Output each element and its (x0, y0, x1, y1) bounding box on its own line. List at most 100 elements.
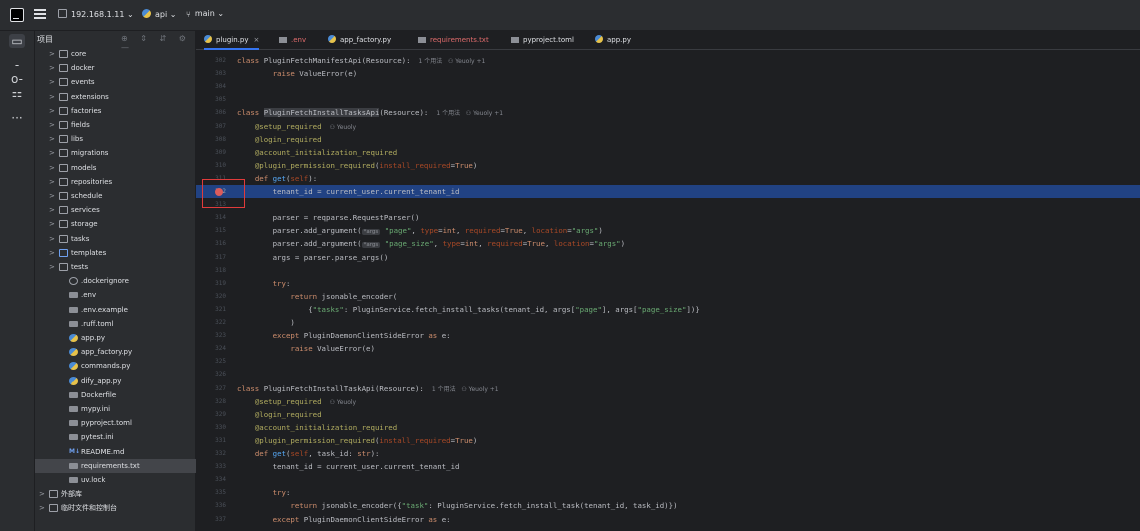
project-tree-item[interactable]: .env (35, 288, 196, 302)
project-tree-item[interactable]: mypy.ini (35, 402, 196, 416)
expand-arrow-icon[interactable]: > (49, 161, 55, 175)
expand-arrow-icon[interactable]: > (49, 47, 55, 61)
code-line[interactable]: 330 @account_initialization_required (196, 421, 1140, 434)
code-line[interactable]: 337 except PluginDaemonClientSideError a… (196, 513, 1140, 526)
project-tree-item[interactable]: > docker (35, 61, 196, 75)
more-icon[interactable]: ··· (9, 111, 25, 125)
project-tree-item[interactable]: pytest.ini (35, 430, 196, 444)
expand-arrow-icon[interactable]: > (49, 118, 55, 132)
code-line[interactable]: 331 @plugin_permission_required(install_… (196, 434, 1140, 447)
structure-icon[interactable]: ⚏ (9, 86, 25, 100)
code-line[interactable]: 327 class PluginFetchInstallTaskApi(Resou… (196, 382, 1140, 395)
project-tree-item[interactable]: > storage (35, 217, 196, 231)
expand-arrow-icon[interactable]: > (49, 246, 55, 260)
code-line[interactable]: 306 class PluginFetchInstallTasksApi(Reso… (196, 106, 1140, 119)
code-line[interactable]: 326 (196, 368, 1140, 381)
project-tree-item[interactable]: > tasks (35, 232, 196, 246)
tab-requirements-txt[interactable]: requirements.txt (418, 31, 489, 50)
commit-icon[interactable]: -o- (9, 58, 25, 86)
code-line[interactable]: 328 @setup_required ⚇ Yeuoly (196, 395, 1140, 408)
code-line[interactable]: 319 try: (196, 277, 1140, 290)
code-line[interactable]: 303 raise ValueError(e) (196, 67, 1140, 80)
project-tree-item[interactable]: > 临时文件和控制台 (35, 501, 196, 515)
project-folder-icon[interactable]: ▭ (9, 34, 25, 48)
code-line[interactable]: 314 parser = reqparse.RequestParser() (196, 211, 1140, 224)
code-editor[interactable]: 302 class PluginFetchManifestApi(Resource… (196, 50, 1140, 531)
expand-arrow-icon[interactable]: > (49, 203, 55, 217)
project-tree-item[interactable]: .env.example (35, 303, 196, 317)
project-tree-item[interactable]: > factories (35, 104, 196, 118)
code-line[interactable]: 320 return jsonable_encoder( (196, 290, 1140, 303)
code-line[interactable]: 302 class PluginFetchManifestApi(Resource… (196, 54, 1140, 67)
remote-host-selector[interactable]: 192.168.1.11 ⌄ (58, 9, 134, 19)
expand-arrow-icon[interactable]: > (49, 132, 55, 146)
expand-arrow-icon[interactable]: > (49, 189, 55, 203)
project-tree-item[interactable]: .dockerignore (35, 274, 196, 288)
code-line[interactable]: 325 (196, 355, 1140, 368)
code-line[interactable]: 324 raise ValueError(e) (196, 342, 1140, 355)
project-tree-item[interactable]: > services (35, 203, 196, 217)
project-tree-item[interactable]: dify_app.py (35, 374, 196, 388)
project-tree-item[interactable]: requirements.txt (35, 458, 196, 473)
project-tree-item[interactable]: > migrations (35, 146, 196, 160)
tab-plugin-py[interactable]: plugin.py × (204, 31, 260, 50)
code-line[interactable]: 313 (196, 198, 1140, 211)
tab-app-py[interactable]: app.py (595, 31, 631, 50)
code-line[interactable]: 329 @login_required (196, 408, 1140, 421)
project-tree-item[interactable]: > 外部库 (35, 487, 196, 501)
code-line[interactable]: 315 parser.add_argument(*args "page", ty… (196, 224, 1140, 237)
code-line[interactable]: 321 {"tasks": PluginService.fetch_instal… (196, 303, 1140, 316)
project-tree-item[interactable]: app_factory.py (35, 345, 196, 359)
project-tree-item[interactable]: > core (35, 47, 196, 61)
code-line[interactable]: 308 @login_required (196, 133, 1140, 146)
expand-arrow-icon[interactable]: > (49, 61, 55, 75)
code-line[interactable]: 318 (196, 264, 1140, 277)
expand-arrow-icon[interactable]: > (39, 487, 45, 501)
project-tree-item[interactable]: > events (35, 75, 196, 89)
expand-arrow-icon[interactable]: > (49, 104, 55, 118)
code-line[interactable]: 316 parser.add_argument(*args "page_size… (196, 237, 1140, 250)
code-line[interactable]: 310 @plugin_permission_required(install_… (196, 159, 1140, 172)
project-tree-item[interactable]: > fields (35, 118, 196, 132)
code-line[interactable]: 332 def get(self, task_id: str): (196, 447, 1140, 460)
project-tree-item[interactable]: M↓ README.md (35, 445, 196, 459)
code-line[interactable]: 336 return jsonable_encoder({"task": Plu… (196, 499, 1140, 512)
tab-close-icon[interactable]: × (253, 36, 259, 44)
expand-arrow-icon[interactable]: > (49, 146, 55, 160)
code-line[interactable]: 335 try: (196, 486, 1140, 499)
project-selector[interactable]: api ⌄ (142, 9, 176, 19)
code-line[interactable]: 305 (196, 93, 1140, 106)
tab-pyproject-toml[interactable]: pyproject.toml (511, 31, 574, 50)
project-tree-item[interactable]: > schedule (35, 189, 196, 203)
code-line[interactable]: 334 (196, 473, 1140, 486)
project-tree-item[interactable]: commands.py (35, 359, 196, 373)
expand-arrow-icon[interactable]: > (49, 217, 55, 231)
expand-arrow-icon[interactable]: > (49, 232, 55, 246)
expand-arrow-icon[interactable]: > (49, 90, 55, 104)
project-tree-item[interactable]: .ruff.toml (35, 317, 196, 331)
app-logo-icon[interactable] (10, 8, 24, 22)
project-tree-item[interactable]: > repositories (35, 175, 196, 189)
code-line[interactable]: 333 tenant_id = current_user.current_ten… (196, 460, 1140, 473)
expand-arrow-icon[interactable]: > (49, 175, 55, 189)
code-line[interactable]: 312 tenant_id = current_user.current_ten… (196, 185, 1140, 198)
tab--env[interactable]: .env (279, 31, 306, 50)
project-tree-item[interactable]: > extensions (35, 90, 196, 104)
project-tree-item[interactable]: > models (35, 161, 196, 175)
code-line[interactable]: 317 args = parser.parse_args() (196, 251, 1140, 264)
tab-app-factory-py[interactable]: app_factory.py (328, 31, 391, 50)
expand-arrow-icon[interactable]: > (49, 260, 55, 274)
code-line[interactable]: 304 (196, 80, 1140, 93)
branch-selector[interactable]: ⑂ main ⌄ (186, 9, 224, 19)
expand-arrow-icon[interactable]: > (39, 501, 45, 515)
project-tree-item[interactable]: uv.lock (35, 473, 196, 487)
project-tree-item[interactable]: app.py (35, 331, 196, 345)
project-tree-item[interactable]: > libs (35, 132, 196, 146)
code-line[interactable]: 322 ) (196, 316, 1140, 329)
code-line[interactable]: 307 @setup_required ⚇ Yeuoly (196, 120, 1140, 133)
project-tree-item[interactable]: > tests (35, 260, 196, 274)
code-line[interactable]: 309 @account_initialization_required (196, 146, 1140, 159)
project-tree-item[interactable]: pyproject.toml (35, 416, 196, 430)
expand-arrow-icon[interactable]: > (49, 75, 55, 89)
project-tree-item[interactable]: Dockerfile (35, 388, 196, 402)
